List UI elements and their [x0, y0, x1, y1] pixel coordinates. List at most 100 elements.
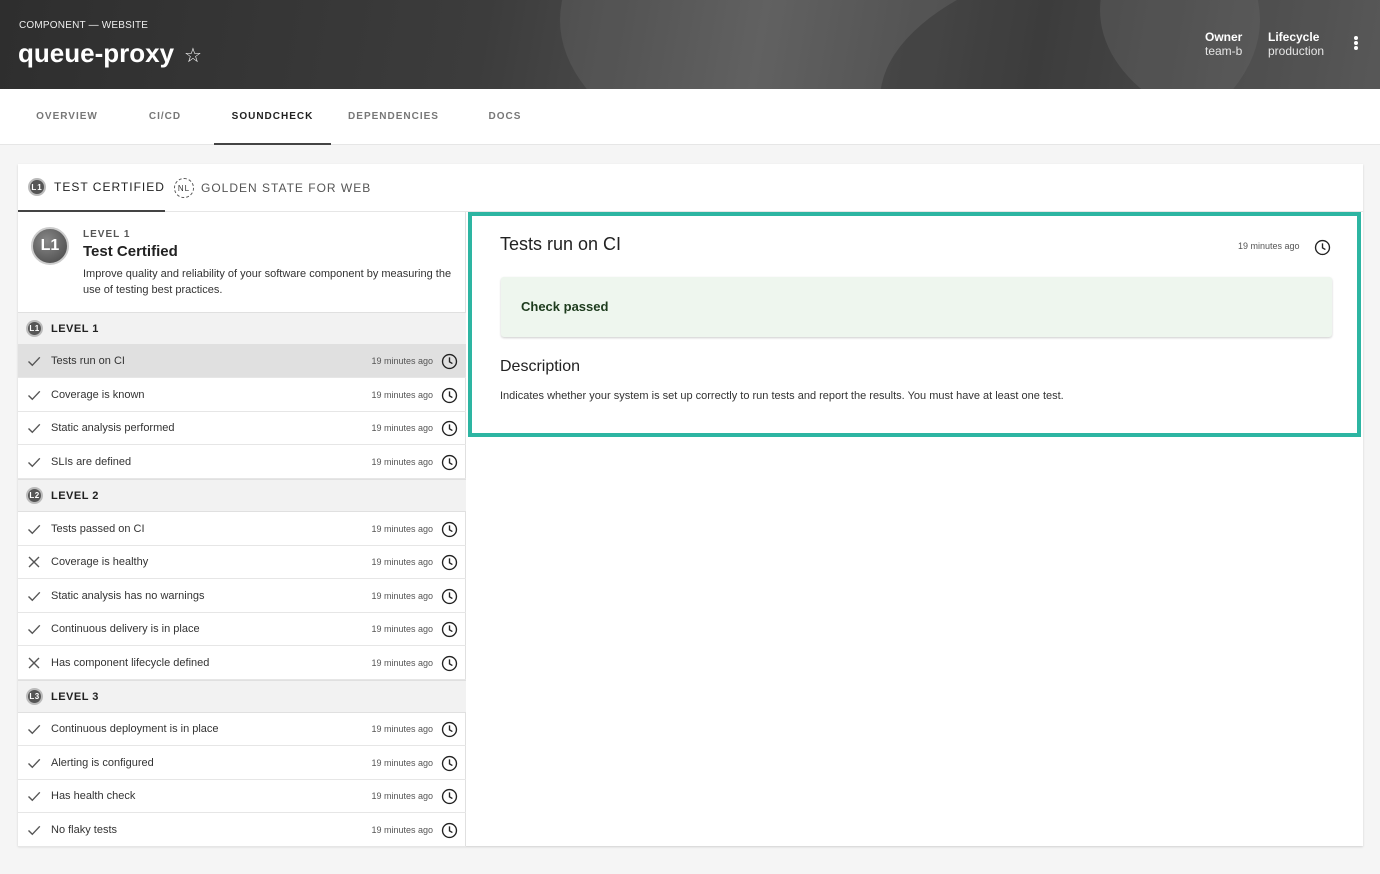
check-time: 19 minutes ago: [371, 591, 433, 601]
check-label: Tests run on CI: [51, 355, 125, 367]
check-icon: [28, 825, 41, 836]
level-badge: L2: [26, 487, 43, 504]
description-heading: Description: [500, 358, 581, 375]
check-time: 19 minutes ago: [371, 658, 433, 668]
level-group-label: LEVEL 3: [51, 690, 99, 703]
check-time: 19 minutes ago: [371, 390, 433, 400]
check-icon: [28, 457, 41, 468]
close-icon: [28, 657, 40, 669]
clock-icon[interactable]: [441, 655, 458, 672]
track-description: Improve quality and reliability of your …: [83, 268, 452, 296]
lifecycle-info: Lifecycle production: [1268, 30, 1324, 58]
tab-overview[interactable]: OVERVIEW: [18, 89, 116, 145]
check-label: Static analysis performed: [51, 422, 175, 434]
check-time: 19 minutes ago: [371, 825, 433, 835]
check-time: 19 minutes ago: [371, 758, 433, 768]
clock-icon[interactable]: [1314, 239, 1331, 256]
page-title: queue-proxy: [18, 38, 175, 68]
tab-label: TEST CERTIFIED: [54, 180, 165, 194]
clock-icon[interactable]: [441, 387, 458, 404]
check-row[interactable]: SLIs are defined 19 minutes ago: [18, 446, 466, 479]
clock-icon[interactable]: [441, 788, 458, 805]
more-vertical-icon[interactable]: [1350, 36, 1362, 54]
track-name: Test Certified: [83, 243, 178, 260]
clock-icon[interactable]: [441, 420, 458, 437]
level-group-header: L2 LEVEL 2: [18, 479, 466, 512]
tab-soundcheck[interactable]: SOUNDCHECK: [214, 89, 331, 145]
star-icon[interactable]: ☆: [184, 43, 202, 68]
track-intro: L1 LEVEL 1 Test Certified Improve qualit…: [18, 212, 466, 312]
tab-docs[interactable]: DOCS: [456, 89, 554, 145]
clock-icon[interactable]: [441, 822, 458, 839]
tab-golden-state[interactable]: NL GOLDEN STATE FOR WEB: [174, 164, 374, 212]
check-result: Check passed: [521, 299, 609, 314]
clock-icon[interactable]: [441, 621, 458, 638]
owner-info: Owner team-b: [1205, 30, 1242, 58]
check-time: 19 minutes ago: [371, 724, 433, 734]
level-group-label: LEVEL 2: [51, 489, 99, 502]
check-row[interactable]: No flaky tests 19 minutes ago: [18, 814, 466, 847]
check-icon: [28, 591, 41, 602]
check-row[interactable]: Continuous deployment is in place 19 minu…: [18, 713, 466, 746]
level-group-header: L1 LEVEL 1: [18, 312, 466, 345]
check-label: Static analysis has no warnings: [51, 590, 205, 602]
level-group-header: L3 LEVEL 3: [18, 680, 466, 713]
check-detail: Tests run on CI 19 minutes ago Check pas…: [468, 212, 1361, 437]
check-time: 19 minutes ago: [371, 791, 433, 801]
check-time: 19 minutes ago: [371, 423, 433, 433]
check-icon: [28, 356, 41, 367]
page-header: COMPONENT — WEBSITE queue-proxy ☆ Owner …: [0, 0, 1380, 89]
level-badge: L1: [28, 178, 46, 196]
check-row[interactable]: Coverage is healthy 19 minutes ago: [18, 546, 466, 579]
owner-value[interactable]: team-b: [1205, 44, 1242, 58]
check-row[interactable]: Alerting is configured 19 minutes ago: [18, 747, 466, 780]
check-row[interactable]: Static analysis performed 19 minutes ago: [18, 412, 466, 445]
check-row[interactable]: Tests passed on CI 19 minutes ago: [18, 513, 466, 546]
check-icon: [28, 423, 41, 434]
check-row[interactable]: Has health check 19 minutes ago: [18, 780, 466, 813]
check-row[interactable]: Tests run on CI 19 minutes ago: [18, 345, 466, 378]
owner-label: Owner: [1205, 30, 1243, 44]
clock-icon[interactable]: [441, 554, 458, 571]
check-title: Tests run on CI: [500, 234, 622, 254]
check-label: SLIs are defined: [51, 456, 132, 468]
check-row[interactable]: Continuous delivery is in place 19 minute…: [18, 613, 466, 646]
tab-label: GOLDEN STATE FOR WEB: [201, 181, 372, 195]
level-badge: L1: [26, 320, 43, 337]
check-row[interactable]: Static analysis has no warnings 19 minute…: [18, 580, 466, 613]
clock-icon[interactable]: [441, 588, 458, 605]
level-group-label: LEVEL 1: [51, 322, 99, 335]
clock-icon[interactable]: [441, 521, 458, 538]
check-row[interactable]: Coverage is known 19 minutes ago: [18, 379, 466, 412]
check-label: Continuous deployment is in place: [51, 723, 219, 735]
tab-cicd[interactable]: CI/CD: [116, 89, 214, 145]
check-icon: [28, 758, 41, 769]
check-result-box: Check passed: [501, 277, 1332, 337]
check-label: Alerting is configured: [51, 757, 154, 769]
check-label: No flaky tests: [51, 824, 118, 836]
clock-icon[interactable]: [441, 755, 458, 772]
track-level: LEVEL 1: [83, 229, 131, 240]
level-badge: L1: [31, 227, 69, 265]
check-label: Continuous delivery is in place: [51, 623, 200, 635]
check-label: Tests passed on CI: [51, 523, 145, 535]
clock-icon[interactable]: [441, 353, 458, 370]
track-tabs: L1 TEST CERTIFIED NL GOLDEN STATE FOR WE…: [18, 164, 1363, 212]
clock-icon[interactable]: [441, 454, 458, 471]
check-time: 19 minutes ago: [371, 356, 433, 366]
check-time: 19 minutes ago: [1238, 241, 1300, 251]
check-label: Has health check: [51, 790, 136, 802]
tab-dependencies[interactable]: DEPENDENCIES: [331, 89, 456, 145]
check-time: 19 minutes ago: [371, 457, 433, 467]
lifecycle-label: Lifecycle: [1268, 30, 1320, 44]
entity-kind: COMPONENT — WEBSITE: [19, 20, 149, 31]
tab-test-certified[interactable]: L1 TEST CERTIFIED: [18, 164, 165, 212]
check-row[interactable]: Has component lifecycle defined 19 minute…: [18, 647, 466, 680]
clock-icon[interactable]: [441, 721, 458, 738]
close-icon: [28, 556, 40, 568]
check-time: 19 minutes ago: [371, 624, 433, 634]
check-label: Coverage is known: [51, 389, 145, 401]
lifecycle-value: production: [1268, 44, 1325, 58]
check-icon: [28, 791, 41, 802]
check-label: Has component lifecycle defined: [51, 657, 210, 669]
